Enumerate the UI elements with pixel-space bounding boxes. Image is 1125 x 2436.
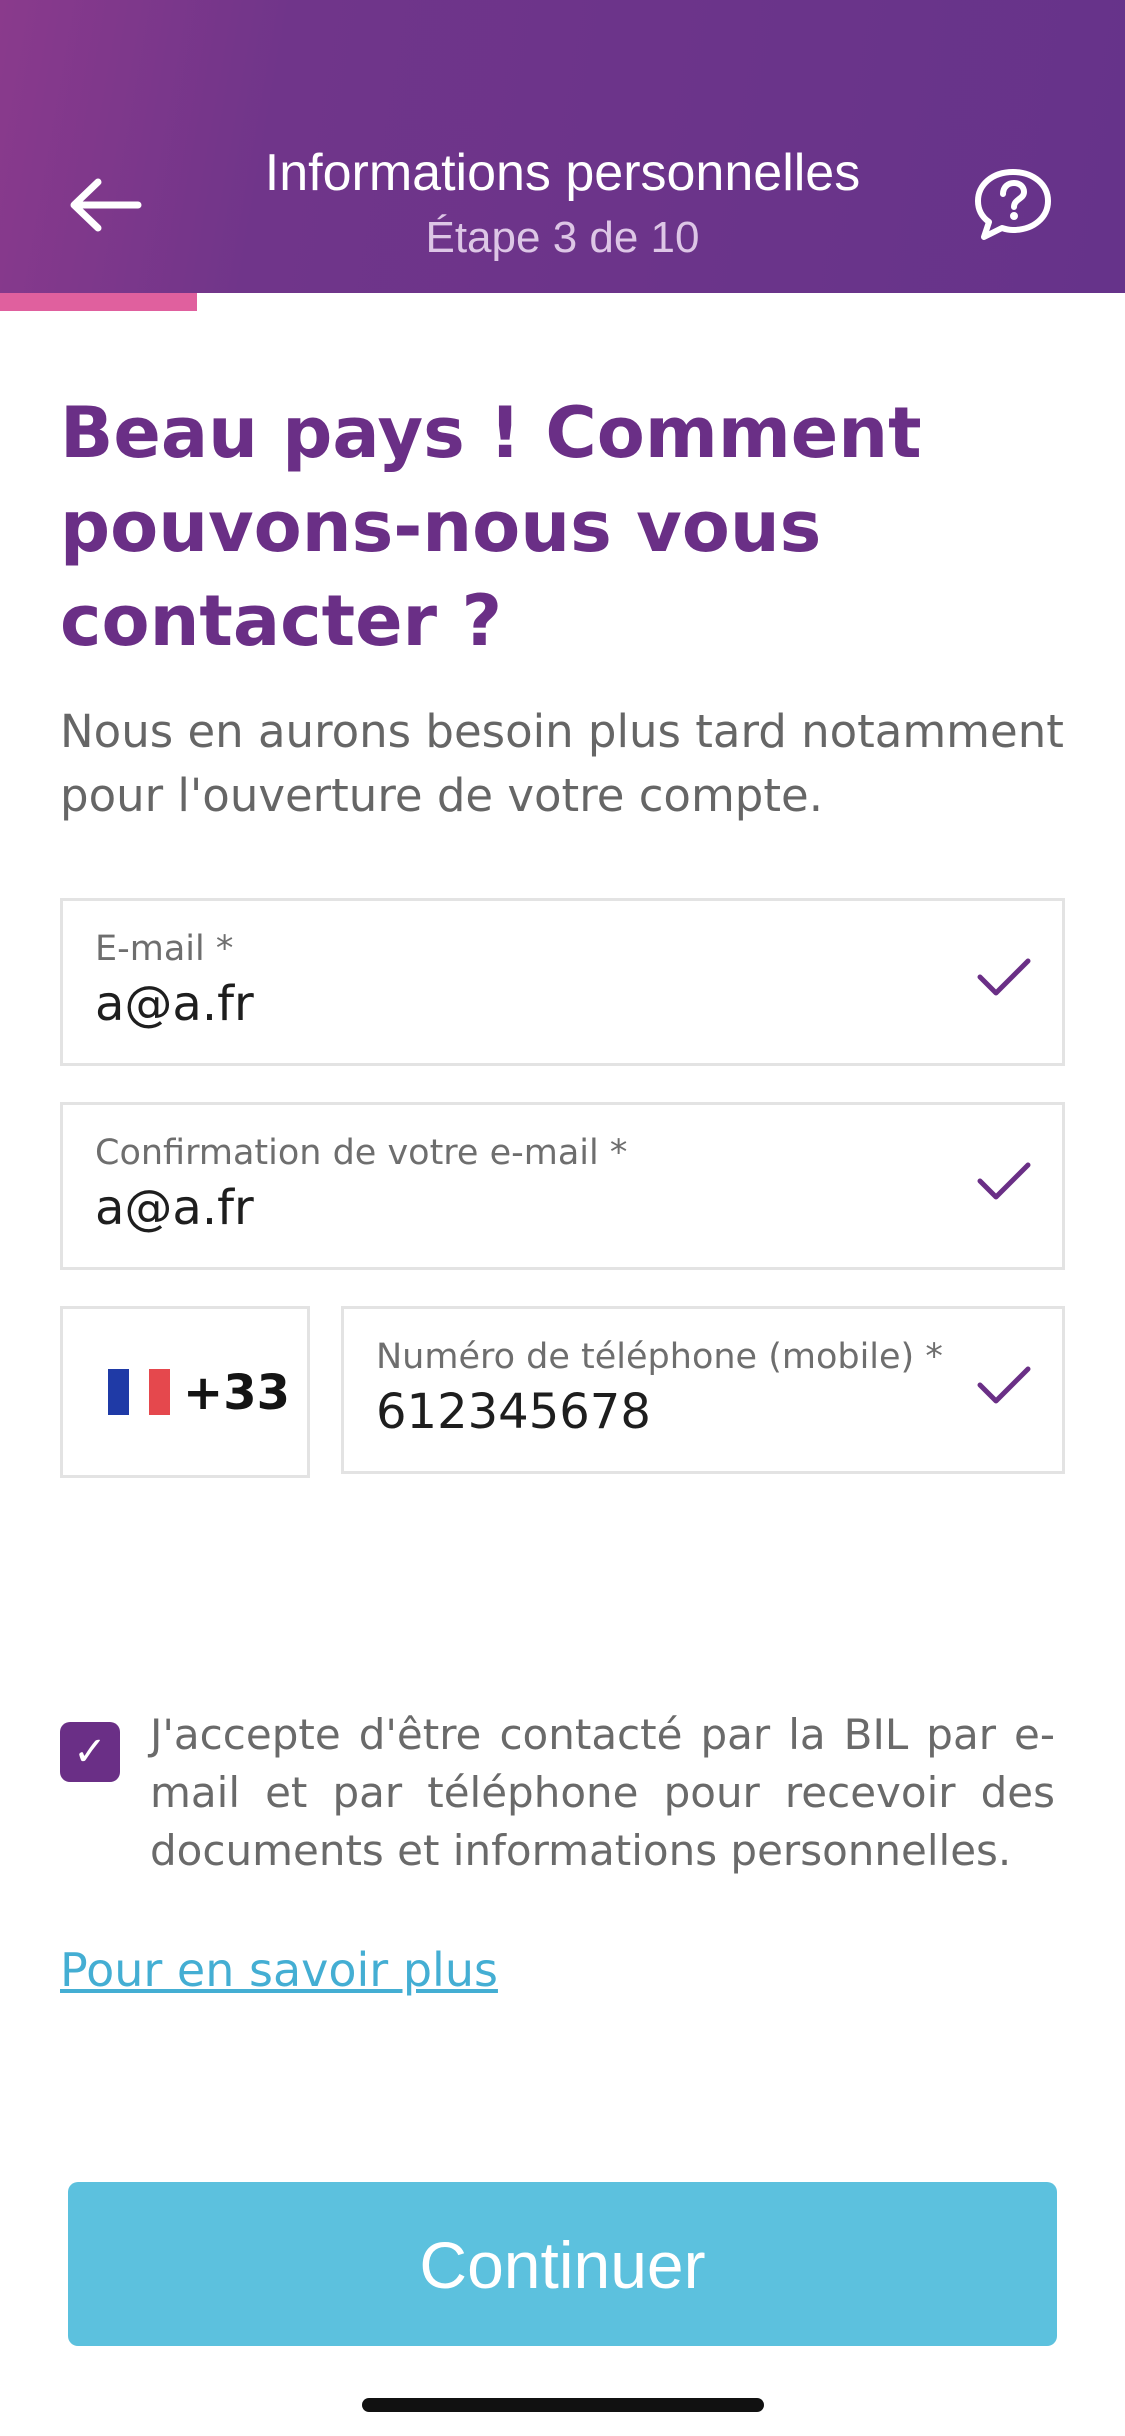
consent-checkbox[interactable]: ✓ xyxy=(60,1722,120,1782)
check-icon xyxy=(977,958,1031,996)
email-confirm-field-label: Confirmation de votre e-mail * xyxy=(95,1133,628,1173)
email-confirm-field-value[interactable]: a@a.fr xyxy=(95,1177,254,1239)
check-icon xyxy=(977,1366,1031,1404)
phone-field-value[interactable]: 612345678 xyxy=(376,1381,651,1443)
consent-text: J'accepte d'être contacté par la BIL par… xyxy=(150,1710,1055,1875)
email-field[interactable]: E-mail * a@a.fr xyxy=(60,898,1065,1066)
step-indicator: Étape 3 de 10 xyxy=(425,213,700,262)
learn-more-link[interactable]: Pour en savoir plus xyxy=(60,1940,498,2000)
continue-button[interactable]: Continuer xyxy=(68,2182,1057,2346)
france-flag-icon xyxy=(108,1369,171,1415)
page-title: Informations personnelles xyxy=(264,144,861,202)
home-indicator xyxy=(362,2398,764,2412)
progress-bar-fill xyxy=(0,293,198,311)
phone-field-label: Numéro de téléphone (mobile) * xyxy=(376,1337,943,1377)
progress-bar xyxy=(0,293,1125,311)
dial-code: +33 xyxy=(183,1365,291,1421)
headline: Beau pays ! Comment pouvons-nous vous co… xyxy=(60,392,922,662)
subtext: Nous en aurons besoin plus tard notammen… xyxy=(60,705,1064,822)
app-header: Informations personnelles Étape 3 de 10 xyxy=(0,0,1125,293)
email-confirm-field[interactable]: Confirmation de votre e-mail * a@a.fr xyxy=(60,1102,1065,1270)
email-field-label: E-mail * xyxy=(95,929,234,969)
email-field-value[interactable]: a@a.fr xyxy=(95,973,254,1035)
country-code-selector[interactable]: +33 xyxy=(60,1306,310,1478)
help-chat-icon[interactable] xyxy=(972,166,1054,244)
check-icon xyxy=(977,1162,1031,1200)
phone-field[interactable]: Numéro de téléphone (mobile) * 612345678 xyxy=(341,1306,1065,1474)
